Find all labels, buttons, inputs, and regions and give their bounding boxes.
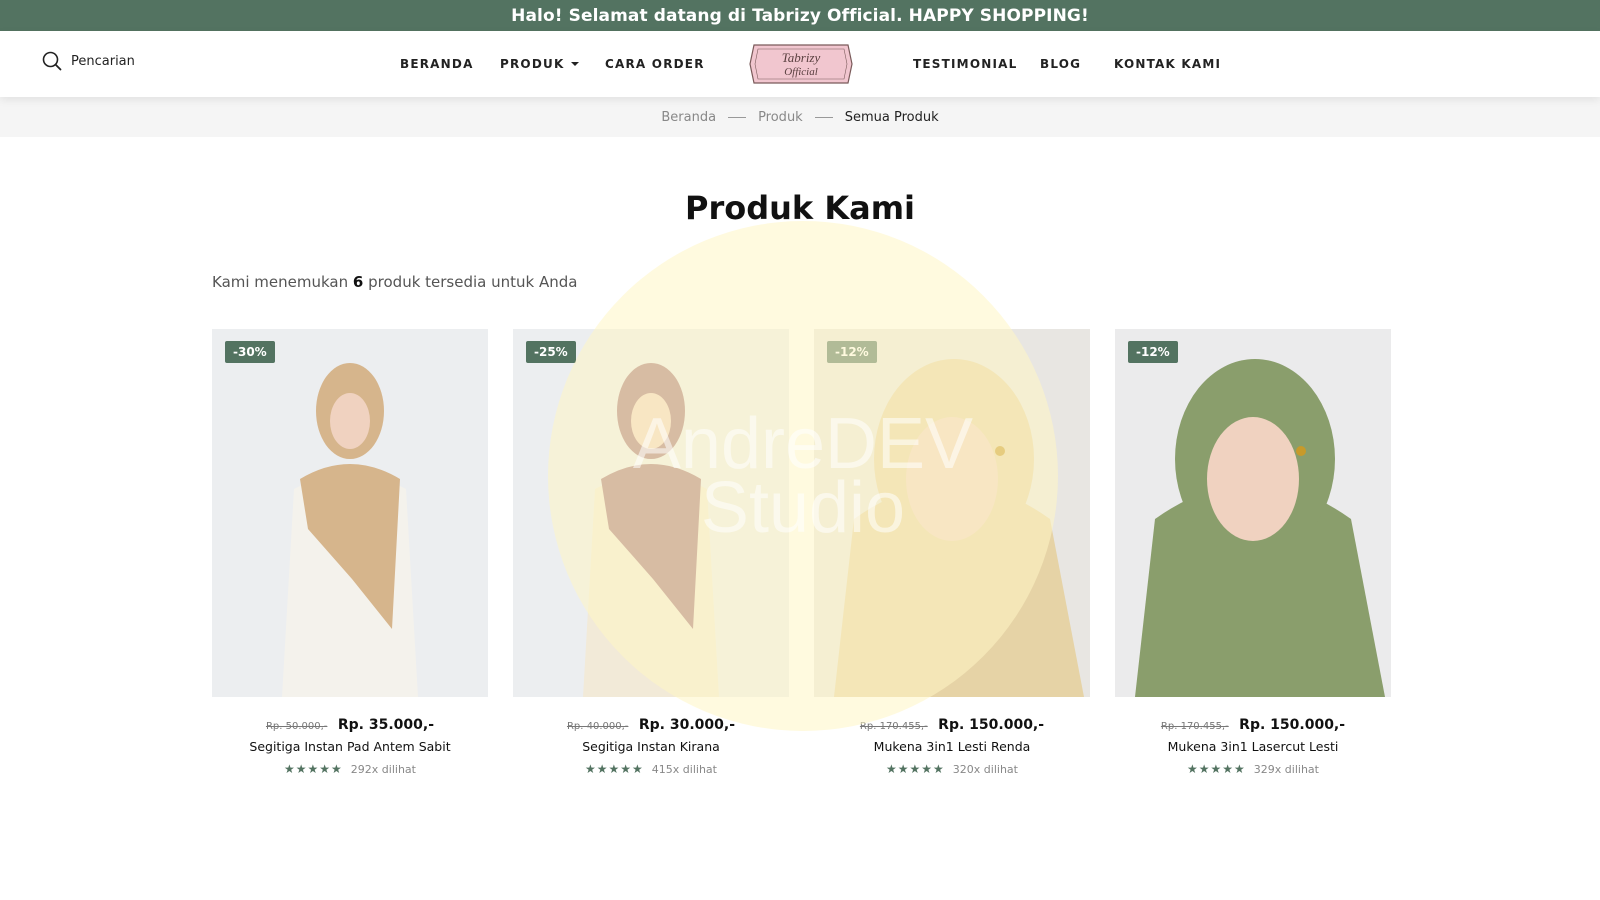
nav-cara-order-label: CARA ORDER [605,57,705,71]
chevron-down-icon [571,62,580,66]
breadcrumb-separator [728,116,747,118]
product-meta: ★★★★★ 292x dilihat [212,762,488,776]
sale-price: Rp. 150.000,- [938,717,1045,733]
product-name[interactable]: Mukena 3in1 Lesti Renda [814,739,1090,754]
product-card[interactable]: -12% Rp. 170.455,- Rp. 150.000,- Mukena … [1115,329,1391,776]
product-price: Rp. 40.000,- Rp. 30.000,- [513,717,789,733]
discount-badge: -12% [827,341,877,363]
product-grid: -30% Rp. 50.000,- Rp. 35.000,- Segitiga … [212,329,1391,776]
discount-badge: -25% [526,341,576,363]
nav-beranda[interactable]: BERANDA [400,31,474,97]
product-meta: ★★★★★ 329x dilihat [1115,762,1391,776]
view-count: 415x dilihat [651,762,717,776]
model-photo [583,363,719,697]
rating-stars-icon: ★★★★★ [585,762,644,776]
nav-blog[interactable]: BLOG [1040,31,1081,97]
original-price: Rp. 40.000,- [566,721,629,732]
product-image[interactable]: -12% [814,329,1090,697]
nav-kontak-kami[interactable]: KONTAK KAMI [1114,31,1221,97]
logo-emblem: Tabrizy Official [749,44,853,84]
result-count-prefix: Kami menemukan [212,273,349,291]
product-listing: AndreDEV Studio Produk Kami Kami menemuk… [0,137,1600,900]
nav-beranda-label: BERANDA [400,57,474,71]
product-card[interactable]: -25% Rp. 40.000,- Rp. 30.000,- Segitiga … [513,329,789,776]
nav-produk-label: PRODUK [500,57,565,71]
original-price: Rp. 170.455,- [859,721,928,732]
original-price: Rp. 170.455,- [1160,721,1229,732]
product-price: Rp. 50.000,- Rp. 35.000,- [212,717,488,733]
site-logo[interactable]: Tabrizy Official [748,41,854,87]
discount-badge: -12% [1128,341,1178,363]
product-price: Rp. 170.455,- Rp. 150.000,- [1115,717,1391,733]
sale-price: Rp. 35.000,- [337,717,435,733]
product-price: Rp. 170.455,- Rp. 150.000,- [814,717,1090,733]
product-name[interactable]: Segitiga Instan Kirana [513,739,789,754]
breadcrumb-section[interactable]: Produk [758,110,803,125]
page-title: Produk Kami [684,189,916,227]
breadcrumb-separator [814,116,833,118]
logo-text-2: Official [784,66,818,78]
model-photo [1135,359,1385,697]
search-label: Pencarian [71,53,135,69]
search-icon [42,51,62,71]
rating-stars-icon: ★★★★★ [284,762,343,776]
nav-blog-label: BLOG [1040,57,1082,71]
breadcrumb-current: Semua Produk [844,109,939,125]
result-count: Kami menemukan 6 produk tersedia untuk A… [212,273,577,291]
announcement-bar: Halo! Selamat datang di Tabrizy Official… [0,0,1600,31]
sale-price: Rp. 30.000,- [638,717,736,733]
product-meta: ★★★★★ 415x dilihat [513,762,789,776]
nav-kontak-label: KONTAK KAMI [1114,57,1222,71]
rating-stars-icon: ★★★★★ [886,762,945,776]
announcement-text: Halo! Selamat datang di Tabrizy Official… [511,5,1089,26]
logo-text-1: Tabrizy [782,50,821,65]
search-button[interactable]: Pencarian [42,51,135,71]
view-count: 320x dilihat [952,762,1018,776]
product-name[interactable]: Segitiga Instan Pad Antem Sabit [212,739,488,754]
product-card[interactable]: -30% Rp. 50.000,- Rp. 35.000,- Segitiga … [212,329,488,776]
main-navbar: Pencarian BERANDA PRODUK CARA ORDER Tabr… [0,31,1600,97]
breadcrumb: Beranda Produk Semua Produk [0,97,1600,137]
rating-stars-icon: ★★★★★ [1187,762,1246,776]
nav-cara-order[interactable]: CARA ORDER [605,31,705,97]
discount-badge: -30% [225,341,275,363]
nav-testimonial-label: TESTIMONIAL [913,57,1018,71]
product-image[interactable]: -30% [212,329,488,697]
product-meta: ★★★★★ 320x dilihat [814,762,1090,776]
product-image[interactable]: -25% [513,329,789,697]
product-name[interactable]: Mukena 3in1 Lasercut Lesti [1115,739,1391,754]
result-count-number: 6 [352,273,364,291]
breadcrumb-home[interactable]: Beranda [661,110,716,125]
result-count-suffix: produk tersedia untuk Anda [368,273,578,291]
nav-produk[interactable]: PRODUK [500,31,580,97]
view-count: 292x dilihat [350,762,416,776]
sale-price: Rp. 150.000,- [1239,717,1346,733]
view-count: 329x dilihat [1253,762,1319,776]
model-photo [282,363,418,697]
original-price: Rp. 50.000,- [265,721,328,732]
nav-testimonial[interactable]: TESTIMONIAL [913,31,1017,97]
model-photo [834,359,1084,697]
product-card[interactable]: -12% Rp. 170.455,- Rp. 150.000,- Mukena … [814,329,1090,776]
product-image[interactable]: -12% [1115,329,1391,697]
